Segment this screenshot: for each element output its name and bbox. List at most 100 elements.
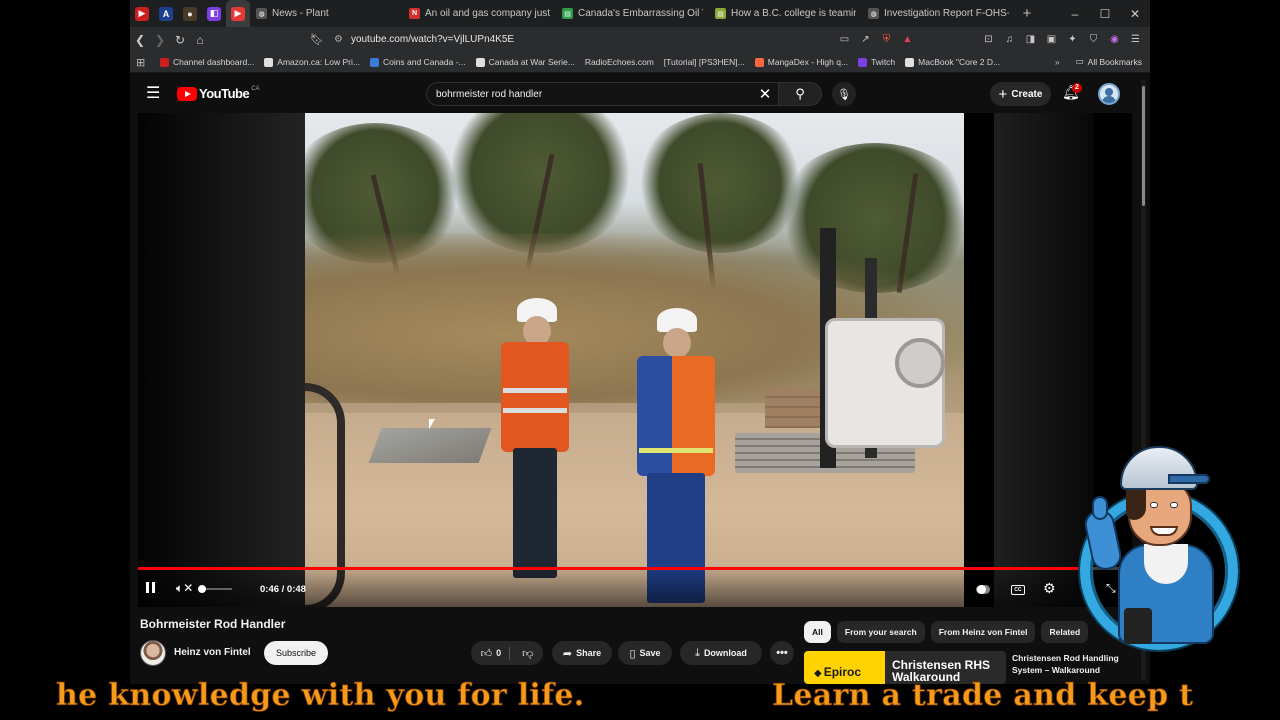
share-page-icon[interactable]: ↗ [857, 30, 874, 48]
caption-text-left: he knowledge with you for life. [56, 678, 585, 714]
search-input[interactable]: bohrmeister rod handler [436, 89, 752, 100]
new-tab-button[interactable]: + [1015, 5, 1039, 22]
ai-leo-icon[interactable]: ✦ [1064, 30, 1081, 48]
thumbnail-brand: Epiroc [814, 665, 861, 679]
back-button[interactable]: ❮ [130, 30, 150, 50]
bookmark-mangadex[interactable]: MangaDex - High q... [754, 57, 848, 67]
globe-icon: ◍ [868, 8, 879, 19]
pause-button[interactable] [144, 581, 156, 593]
close-window-button[interactable]: ✕ [1120, 0, 1150, 27]
channel-name[interactable]: Heinz von Fintel [174, 647, 251, 658]
pinned-tab-twitch[interactable]: ◧ [202, 0, 226, 27]
brave-rewards-icon[interactable]: ▲ [899, 30, 916, 48]
account-avatar[interactable] [1098, 83, 1120, 105]
extension-icon[interactable]: ◉ [1106, 30, 1123, 48]
tab-canada-oil[interactable]: ▤ Canada's Embarrassing Oil Vulner [556, 0, 709, 27]
vpn-icon[interactable]: ⛉ [1085, 30, 1102, 48]
like-dislike-group: 👍︎ 0 👎︎ [471, 641, 543, 665]
menu-icon[interactable]: ☰ [1127, 30, 1144, 48]
tab-bc-college[interactable]: ▤ How a B.C. college is teaming up [709, 0, 862, 27]
search-box[interactable]: bohrmeister rod handler ✕ [426, 82, 778, 106]
install-app-icon[interactable]: ▭ [836, 30, 853, 48]
bookmark-label: Amazon.ca: Low Pri... [277, 57, 360, 67]
thumbs-up-icon: 👍︎ [480, 647, 493, 660]
youtube-header: ☰ YouTube CA bohrmeister rod handler ✕ ⚲… [130, 74, 1140, 114]
save-button[interactable]: ▯ Save [618, 641, 672, 665]
tab-label: An oil and gas company just left b [425, 8, 550, 19]
youtube-wordmark: YouTube [199, 86, 250, 101]
youtube-studio-icon: ▶ [135, 6, 149, 21]
share-button[interactable]: ➦ Share [552, 641, 612, 665]
tab-oil-gas[interactable]: N An oil and gas company just left b [403, 0, 556, 27]
settings-gear-icon[interactable]: ⚙ [1043, 580, 1056, 597]
youtube-logo[interactable]: YouTube CA [177, 86, 260, 101]
pinned-tab-a[interactable]: A [154, 0, 178, 27]
player-ambient-left [138, 113, 305, 607]
screenshot-icon[interactable]: ⊡ [980, 30, 997, 48]
bookmark-label: Twitch [871, 57, 896, 67]
more-bookmarks-button[interactable]: » [1055, 57, 1060, 67]
music-icon[interactable]: ♫ [1001, 30, 1018, 48]
bookmark-tutorial-ps3hen[interactable]: [Tutorial] [PS3HEN]... [664, 57, 745, 67]
bookmark-channel-dashboard[interactable]: Channel dashboard... [160, 57, 254, 67]
create-button[interactable]: + Create [990, 82, 1051, 106]
bookmark-page-icon[interactable]: 🔖︎ [310, 33, 324, 46]
globe-icon: ◍ [256, 8, 267, 19]
bookmark-label: Coins and Canada -... [382, 57, 466, 67]
tab-investigation-report[interactable]: ◍ Investigation Report F-OHS-1941 [862, 0, 1015, 27]
video-frame[interactable] [305, 113, 964, 607]
youtube-play-icon [177, 86, 197, 101]
video-player[interactable]: 🔈︎✕ 0:46 / 0:48 CC ⚙ ⤡ [138, 113, 1132, 607]
pinned-tab-youtube-active[interactable]: ▶ [226, 0, 250, 27]
coins-icon [369, 57, 379, 67]
bookmark-macbook[interactable]: MacBook "Core 2 D... [905, 57, 1000, 67]
more-horizontal-icon: ••• [776, 647, 788, 659]
apps-grid-icon[interactable]: ⊞ [136, 56, 148, 69]
search-icon: ⚲ [795, 86, 805, 101]
address-bar[interactable]: ⚙ youtube.com/watch?v=VjlLUPn4K5E [334, 30, 884, 50]
bookmark-amazon[interactable]: Amazon.ca: Low Pri... [264, 57, 360, 67]
autoplay-toggle[interactable] [976, 585, 990, 594]
progress-bar[interactable] [138, 567, 1132, 570]
maple-icon [475, 57, 485, 67]
minimize-button[interactable]: – [1060, 0, 1090, 27]
scrollbar-thumb[interactable] [1142, 86, 1145, 206]
bookmarks-right: » ▭ All Bookmarks [1055, 56, 1142, 67]
brave-shields-icon[interactable]: ⛨ [878, 30, 895, 48]
search-button[interactable]: ⚲ [778, 82, 822, 106]
pinned-tab-youtube-studio[interactable]: ▶ [130, 0, 154, 27]
bookmark-radioechoes[interactable]: RadioEchoes.com [585, 57, 654, 67]
download-button[interactable]: ⤓ Download [680, 641, 762, 665]
pinned-tab-squirrel[interactable]: ● [178, 0, 202, 27]
maximize-button[interactable]: ☐ [1090, 0, 1120, 27]
bookmark-canada-at-war[interactable]: Canada at War Serie... [475, 57, 575, 67]
subscribe-button[interactable]: Subscribe [264, 641, 328, 665]
more-actions-button[interactable]: ••• [770, 641, 794, 665]
all-bookmarks-button[interactable]: All Bookmarks [1088, 57, 1142, 67]
channel-avatar[interactable] [140, 640, 166, 666]
sidebar-icon[interactable]: ◨ [1022, 30, 1039, 48]
volume-knob[interactable] [198, 585, 206, 593]
site-info-icon[interactable]: ⚙ [334, 34, 343, 45]
url-text: youtube.com/watch?v=VjlLUPn4K5E [350, 34, 515, 45]
mute-icon[interactable]: 🔈︎✕ [176, 581, 193, 596]
clear-search-icon[interactable]: ✕ [752, 85, 778, 103]
forward-button[interactable]: ❯ [150, 30, 170, 50]
bookmark-coins-canada[interactable]: Coins and Canada -... [369, 57, 466, 67]
wallet-icon[interactable]: ▣ [1043, 30, 1060, 48]
reload-button[interactable]: ↻ [170, 30, 190, 50]
related-filter-chips: All From your search From Heinz von Fint… [804, 621, 1089, 643]
like-button[interactable]: 👍︎ 0 [480, 646, 511, 660]
thumbs-down-icon[interactable]: 👎︎ [514, 647, 533, 660]
subtitles-icon[interactable]: CC [1011, 585, 1025, 595]
bookmark-twitch[interactable]: Twitch [858, 57, 895, 67]
plus-icon: + [998, 85, 1008, 103]
voice-search-button[interactable]: 🎙︎ [832, 82, 856, 106]
chip-from-your-search[interactable]: From your search [836, 621, 925, 643]
chip-all[interactable]: All [804, 621, 831, 643]
home-button[interactable]: ⌂ [190, 30, 210, 50]
tab-news-plant[interactable]: ◍ News - Plant [250, 0, 403, 27]
chip-from-channel[interactable]: From Heinz von Fintel [930, 621, 1036, 643]
doc-icon: ▤ [562, 8, 573, 19]
hamburger-menu-icon[interactable]: ☰ [146, 86, 160, 102]
